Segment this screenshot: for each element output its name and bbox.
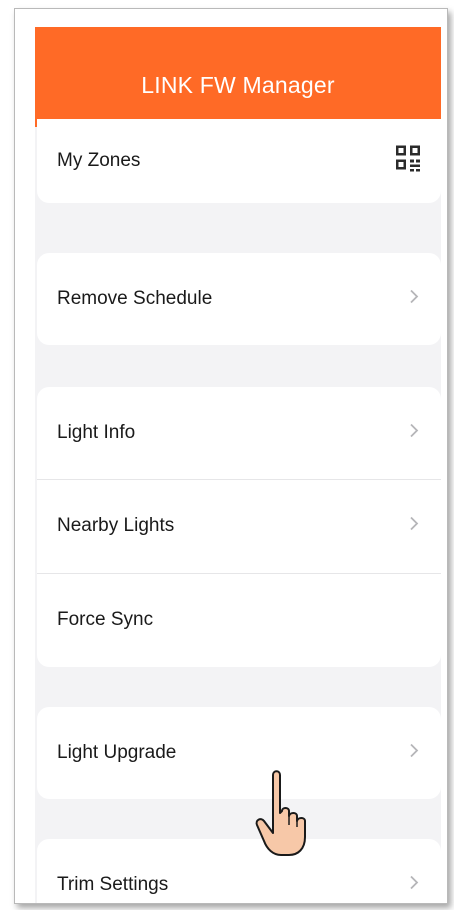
trim-card: Trim Settings <box>37 839 441 903</box>
menu-item-label: Nearby Lights <box>57 515 175 536</box>
menu-item-label: Light Info <box>57 422 136 443</box>
menu-item-nearby-lights[interactable]: Nearby Lights <box>37 479 441 573</box>
qr-code-icon[interactable] <box>395 145 421 178</box>
menu-item-remove-schedule[interactable]: Remove Schedule <box>37 253 441 345</box>
chevron-right-icon <box>409 289 419 310</box>
chevron-right-icon <box>409 743 419 764</box>
menu-item-label: Light Upgrade <box>57 742 177 763</box>
menu-item-light-info[interactable]: Light Info <box>37 387 441 479</box>
app-header: LINK FW Manager <box>35 27 441 127</box>
menu-item-force-sync[interactable]: Force Sync <box>37 573 441 667</box>
menu-item-my-zones[interactable]: My Zones <box>37 119 441 203</box>
menu-item-label: My Zones <box>57 150 141 171</box>
menu-item-light-upgrade[interactable]: Light Upgrade <box>37 707 441 799</box>
upgrade-card: Light Upgrade <box>37 707 441 799</box>
schedule-card: Remove Schedule <box>37 253 441 345</box>
screenshot-frame: LINK FW Manager My Zones Remove Schedule… <box>14 8 448 904</box>
chevron-right-icon <box>409 516 419 537</box>
app-title: LINK FW Manager <box>141 72 335 98</box>
pointing-hand-icon <box>253 767 317 864</box>
zones-card: My Zones <box>37 119 441 203</box>
lights-card: Light Info Nearby Lights Force Sync <box>37 387 441 667</box>
chevron-right-icon <box>409 875 419 896</box>
menu-item-label: Remove Schedule <box>57 288 213 309</box>
menu-item-label: Force Sync <box>57 609 154 630</box>
chevron-right-icon <box>409 423 419 444</box>
menu-item-label: Trim Settings <box>57 874 169 895</box>
app-screen: LINK FW Manager My Zones Remove Schedule… <box>35 27 441 903</box>
menu-item-trim-settings[interactable]: Trim Settings <box>37 839 441 903</box>
